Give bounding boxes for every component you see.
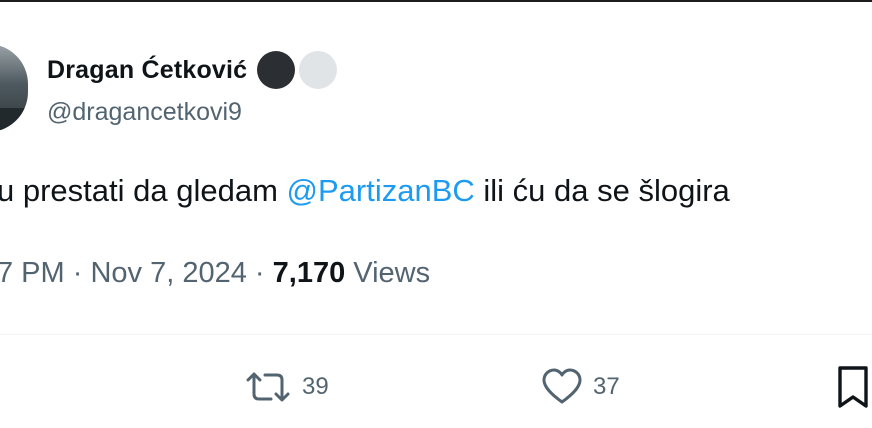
bookmark-icon: [836, 365, 870, 409]
top-border: [0, 0, 872, 2]
meta-separator: ·: [64, 257, 91, 289]
tweet-text-before: u prestati da gledam: [0, 173, 287, 208]
views-label: Views: [345, 257, 431, 289]
tweet-meta: 7 PM · Nov 7, 2024 · 7,170 Views: [0, 257, 430, 290]
like-count: 37: [593, 373, 620, 400]
avatar-detail: [0, 108, 28, 132]
divider: [0, 334, 872, 335]
tweet-date[interactable]: Nov 7, 2024: [90, 257, 246, 289]
retweet-button[interactable]: 39: [244, 364, 329, 410]
bookmark-button[interactable]: [836, 364, 870, 410]
like-button[interactable]: 37: [541, 364, 620, 410]
views-count: 7,170: [272, 257, 346, 289]
mention-link[interactable]: @PartizanBC: [287, 173, 475, 208]
tweet-time[interactable]: 7 PM: [0, 257, 65, 289]
black-circle-emoji: [257, 51, 296, 89]
heart-icon: [541, 368, 583, 406]
tweet-text-after: ili ću da se šlogira: [474, 173, 730, 208]
retweet-icon: [244, 370, 292, 404]
retweet-count: 39: [302, 373, 329, 400]
author-name[interactable]: Dragan Ćetković: [47, 56, 247, 85]
author-row: Dragan Ćetković: [47, 50, 338, 90]
avatar[interactable]: [0, 44, 28, 132]
meta-separator: ·: [246, 257, 273, 289]
white-circle-emoji: [299, 51, 338, 89]
tweet-text: u prestati da gledam @PartizanBC ili ću …: [0, 173, 730, 209]
author-handle[interactable]: @dragancetkovi9: [47, 98, 242, 127]
